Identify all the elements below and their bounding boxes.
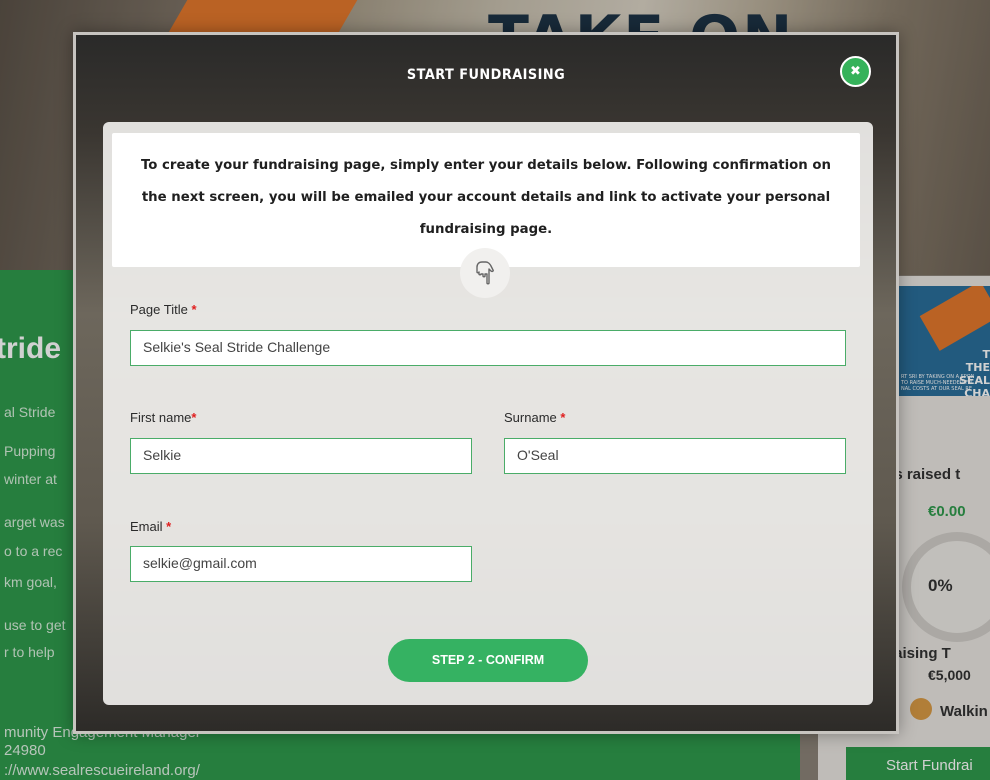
first-name-label-text: First name (130, 410, 192, 425)
page-title-label: Page Title * (130, 302, 197, 317)
modal-title: START FUNDRAISING (406, 67, 566, 83)
close-button[interactable]: ✖ (840, 56, 871, 87)
email-label: Email * (130, 519, 171, 534)
required-mark: * (191, 410, 197, 425)
step2-confirm-button[interactable]: STEP 2 - CONFIRM (388, 639, 588, 682)
surname-label-text: Surname (504, 410, 561, 425)
page-title-input[interactable]: Selkie's Seal Stride Challenge (130, 330, 846, 366)
required-mark: * (166, 519, 172, 534)
form-panel: To create your fundraising page, simply … (103, 122, 873, 705)
required-mark: * (191, 302, 197, 317)
first-name-label: First name* (130, 410, 196, 425)
close-x-icon: ✖ (850, 64, 861, 79)
pointing-hand-icon (460, 248, 510, 298)
intro-text: To create your fundraising page, simply … (140, 158, 831, 237)
required-mark: * (560, 410, 566, 425)
first-name-input[interactable]: Selkie (130, 438, 472, 474)
intro-box: To create your fundraising page, simply … (112, 133, 860, 267)
email-label-text: Email (130, 519, 167, 534)
email-input[interactable]: selkie@gmail.com (130, 546, 472, 582)
surname-input[interactable]: O'Seal (504, 438, 846, 474)
start-fundraising-modal: START FUNDRAISING ✖ To create your fundr… (73, 32, 899, 734)
surname-label: Surname * (504, 410, 565, 425)
page-title-label-text: Page Title (130, 302, 192, 317)
